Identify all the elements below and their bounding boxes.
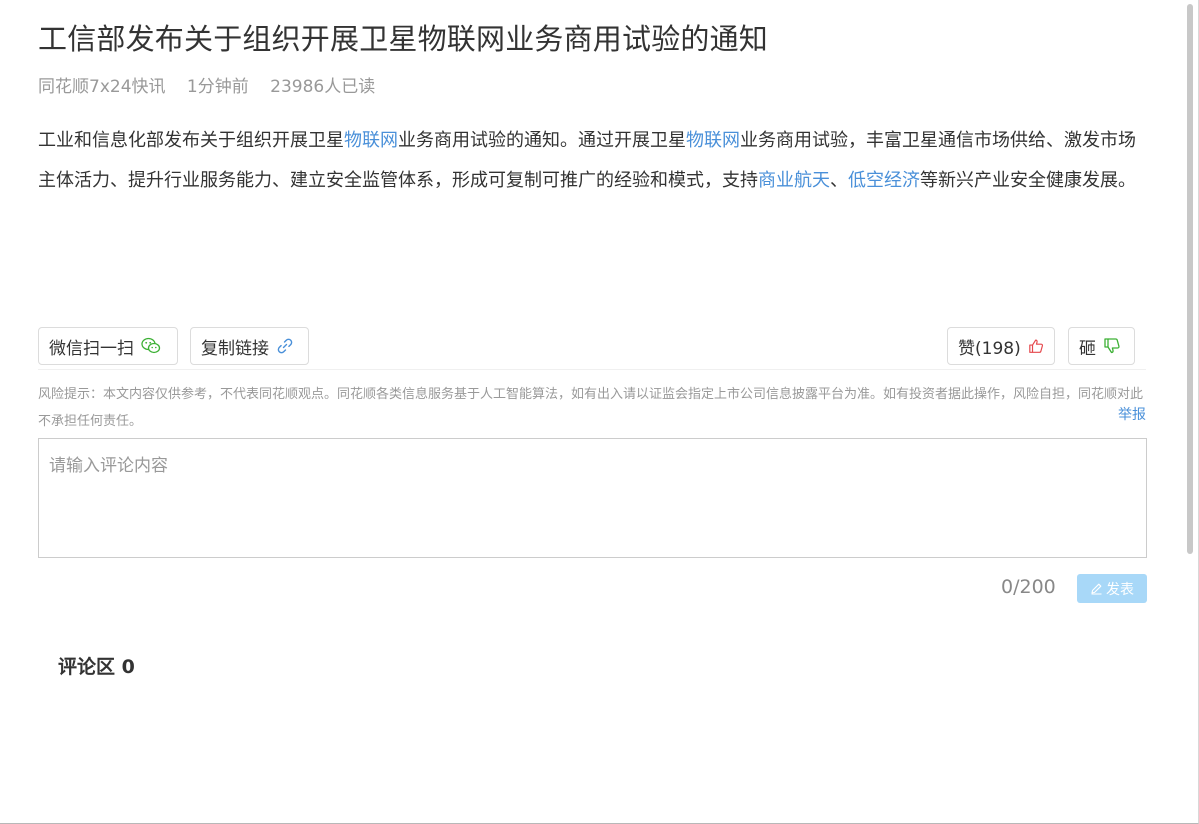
like-count-label: 赞(198) — [958, 338, 1021, 359]
article-time: 1分钟前 — [186, 77, 249, 97]
risk-notice: 风险提示：本文内容仅供参考，不代表同花顺观点。同花顺各类信息服务基于人工智能算法… — [38, 387, 1144, 429]
scrollbar-thumb[interactable] — [1187, 4, 1193, 554]
publish-label: 发表 — [1106, 580, 1134, 597]
article-body: 工业和信息化部发布关于组织开展卫星物联网业务商用试验的通知。通过开展卫星物联网业… — [38, 121, 1148, 201]
like-button[interactable]: 赞(198) — [947, 327, 1055, 365]
dislike-button[interactable]: 砸 — [1068, 327, 1135, 365]
article-page: 工信部发布关于组织开展卫星物联网业务商用试验的通知 同花顺7x24快讯 1分钟前… — [0, 0, 1199, 824]
thumbs-up-icon — [1028, 339, 1043, 353]
body-text-5: 等新兴产业安全健康发展。 — [920, 170, 1136, 191]
body-text-4: 、 — [830, 170, 848, 191]
wechat-scan-button[interactable]: 微信扫一扫 — [38, 327, 178, 365]
comments-section-title: 评论区 0 — [58, 656, 135, 678]
keyword-link-commercial-aerospace[interactable]: 商业航天 — [758, 170, 830, 191]
keyword-link-iot-2[interactable]: 物联网 — [686, 130, 740, 151]
link-icon — [277, 338, 293, 354]
action-divider — [38, 369, 1146, 370]
keyword-link-iot-1[interactable]: 物联网 — [344, 130, 398, 151]
wechat-icon — [141, 337, 161, 354]
body-text-2: 业务商用试验的通知。通过开展卫星 — [398, 130, 686, 151]
publish-button[interactable]: 发表 — [1077, 574, 1147, 603]
article-title: 工信部发布关于组织开展卫星物联网业务商用试验的通知 — [38, 22, 769, 56]
dislike-label: 砸 — [1079, 338, 1096, 359]
pencil-icon — [1091, 583, 1102, 595]
copy-link-button[interactable]: 复制链接 — [190, 327, 309, 365]
copy-link-label: 复制链接 — [201, 338, 269, 359]
keyword-link-low-altitude-economy[interactable]: 低空经济 — [848, 170, 920, 191]
article-source: 同花顺7x24快讯 — [38, 77, 166, 97]
article-meta: 同花顺7x24快讯 1分钟前 23986人已读 — [38, 72, 391, 97]
report-link[interactable]: 举报 — [1118, 404, 1146, 424]
article-reads: 23986人已读 — [270, 77, 376, 97]
thumbs-down-icon — [1104, 338, 1120, 354]
body-text-1: 工业和信息化部发布关于组织开展卫星 — [38, 130, 344, 151]
comment-input[interactable] — [38, 438, 1147, 558]
page-scrollbar[interactable] — [1184, 0, 1196, 822]
wechat-scan-label: 微信扫一扫 — [49, 338, 134, 359]
comment-char-counter: 0/200 — [1001, 576, 1056, 598]
